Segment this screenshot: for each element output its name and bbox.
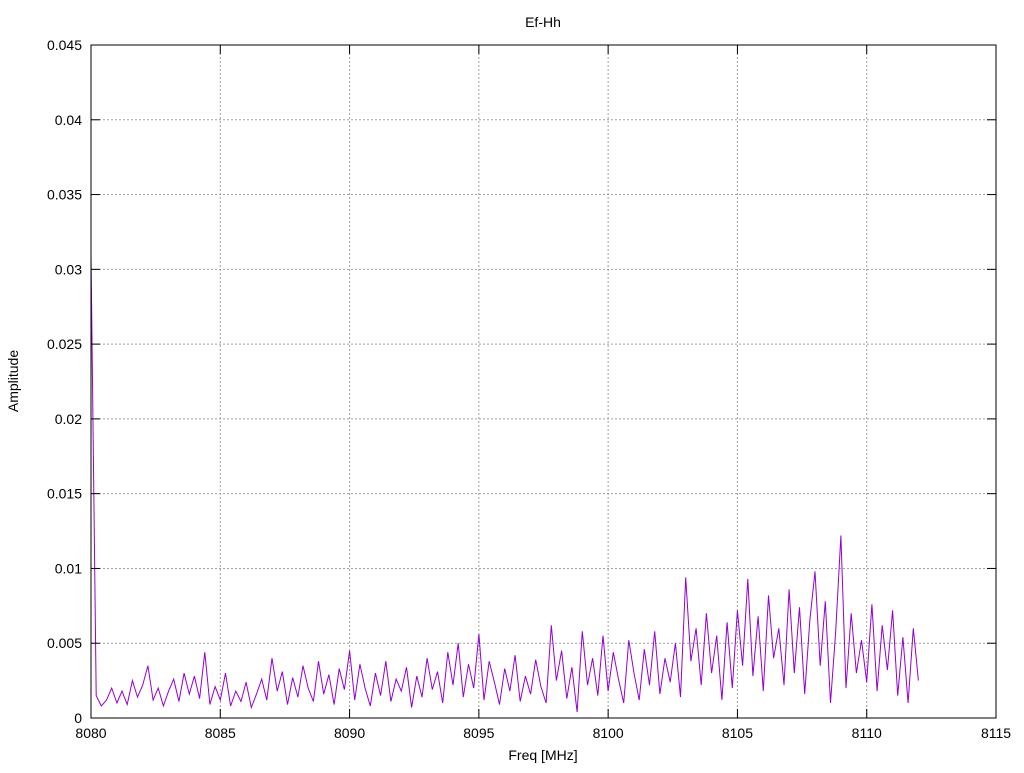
y-tick-label: 0.03: [55, 261, 82, 277]
y-tick-label: 0.045: [47, 37, 82, 53]
y-tick-label: 0.01: [55, 560, 82, 576]
y-tick-label: 0.015: [47, 486, 82, 502]
chart: 8080 8085 8090 8095 8100 8105 8110 8115 0 0.005 0.…: [5, 14, 1011, 763]
x-tick-label: 8105: [722, 725, 753, 741]
x-axis-label: Freq [MHz]: [508, 747, 577, 763]
y-tick-label: 0.02: [55, 411, 82, 427]
y-tick-label: 0.005: [47, 635, 82, 651]
x-tick-label: 8085: [205, 725, 236, 741]
chart-title: Ef-Hh: [525, 14, 561, 30]
x-tick-label: 8110: [852, 725, 882, 741]
plot-frame: [90, 44, 997, 719]
y-tick-label: 0.04: [55, 112, 82, 128]
x-tick-label: 8080: [75, 725, 106, 741]
x-tick-label: 8095: [463, 725, 494, 741]
x-tick-label: 8115: [981, 725, 1011, 741]
y-tick-label: 0.025: [47, 336, 82, 352]
grid: [91, 45, 996, 718]
y-axis-label: Amplitude: [5, 350, 21, 412]
x-tick-label: 8090: [334, 725, 365, 741]
y-tick-label: 0: [74, 710, 82, 726]
x-tick-label: 8100: [593, 725, 624, 741]
y-tick-label: 0.035: [47, 187, 82, 203]
